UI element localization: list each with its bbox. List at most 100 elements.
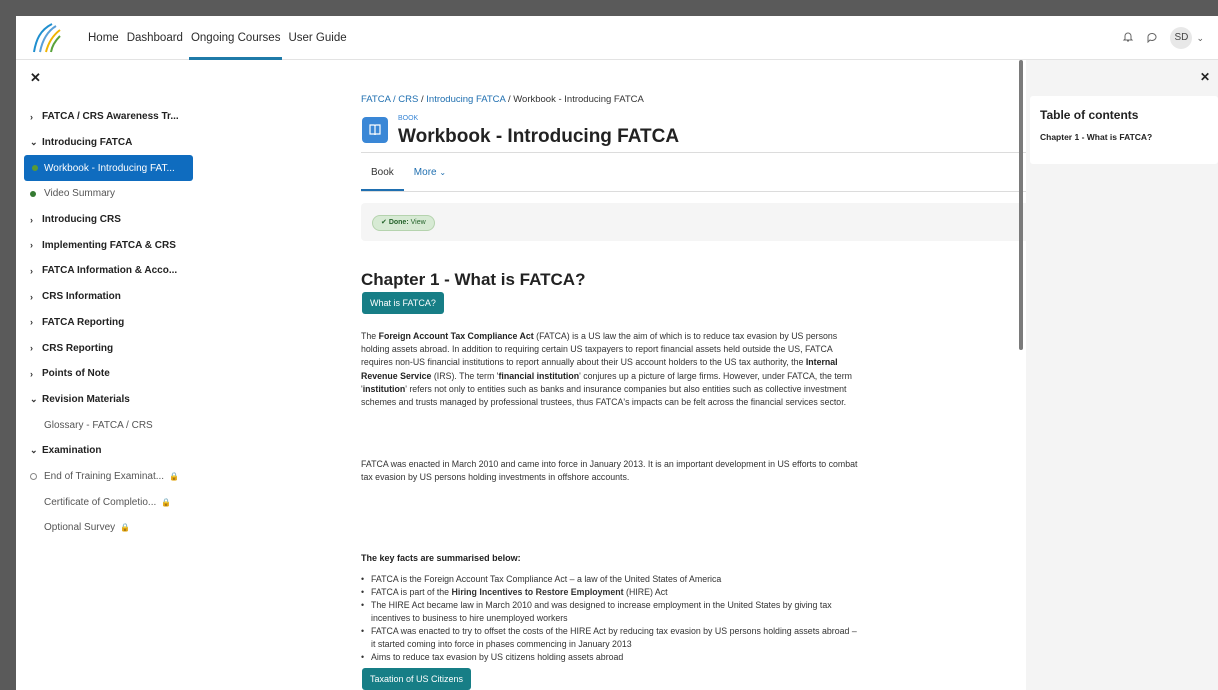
lock-icon: 🔒 <box>120 523 131 533</box>
tab-book[interactable]: Book <box>361 162 404 191</box>
bold-term: institution <box>362 383 406 394</box>
nav-ongoing-courses[interactable]: Ongoing Courses <box>187 16 285 60</box>
course-index-label: Introducing CRS <box>42 214 121 226</box>
course-index-item[interactable]: › CRS Information <box>24 284 193 310</box>
chevron-right-icon[interactable]: › <box>30 369 42 379</box>
bell-icon[interactable] <box>1122 31 1134 46</box>
course-index-item[interactable]: Optional Survey 🔒 <box>24 515 193 541</box>
key-facts-list: FATCA is the Foreign Account Tax Complia… <box>361 573 861 664</box>
course-index-item[interactable]: ⌄ Examination <box>24 438 193 464</box>
chevron-down-icon[interactable]: ⌄ <box>1196 33 1204 44</box>
chevron-right-icon[interactable]: › <box>30 343 42 353</box>
course-index-item[interactable]: › FATCA / CRS Awareness Tr... <box>24 104 193 130</box>
course-index-label: Revision Materials <box>42 393 130 405</box>
course-index-item[interactable]: › Points of Note <box>24 361 193 387</box>
list-item: FATCA is the Foreign Account Tax Complia… <box>361 573 861 586</box>
course-index-label: Certificate of Completio... <box>44 496 157 508</box>
completion-condition: View <box>410 219 426 226</box>
message-icon[interactable] <box>1146 31 1158 46</box>
chevron-down-icon[interactable]: ⌄ <box>30 394 42 405</box>
course-index-item[interactable]: ⌄ Revision Materials <box>24 387 193 413</box>
course-index-label: Introducing FATCA <box>42 137 133 149</box>
bold-term: financial institution <box>498 370 580 381</box>
course-index-label: Optional Survey <box>44 522 116 534</box>
taxation-us-citizens-button[interactable]: Taxation of US Citizens <box>362 668 472 690</box>
intro-paragraph: The Foreign Account Tax Compliance Act (… <box>361 330 861 409</box>
close-icon[interactable]: ✕ <box>30 70 41 86</box>
chevron-down-icon[interactable]: ⌄ <box>30 445 42 456</box>
course-index-item[interactable]: Video Summary <box>24 181 193 207</box>
chevron-down-icon: ⌄ <box>439 168 447 177</box>
completed-dot-icon <box>30 190 36 197</box>
check-icon: ✔ <box>381 219 387 226</box>
nav-user-guide[interactable]: User Guide <box>284 16 350 60</box>
bold-term: Foreign Account Tax Compliance Act <box>378 331 534 341</box>
divider <box>361 152 1033 153</box>
page-title: Workbook - Introducing FATCA <box>398 126 680 147</box>
course-index-label: Glossary - FATCA / CRS <box>44 419 153 431</box>
user-avatar[interactable]: SD <box>1170 27 1193 49</box>
breadcrumb-current: Workbook - Introducing FATCA <box>513 94 644 105</box>
course-index-item[interactable]: End of Training Examinat... 🔒 <box>24 464 193 490</box>
course-index-label: Implementing FATCA & CRS <box>42 239 176 251</box>
main-content: FATCA / CRS / Introducing FATCA / Workbo… <box>196 60 1033 690</box>
scrollbar[interactable] <box>1019 60 1023 350</box>
breadcrumb-course[interactable]: FATCA / CRS <box>361 94 418 105</box>
breadcrumb: FATCA / CRS / Introducing FATCA / Workbo… <box>361 94 644 105</box>
nav-dashboard[interactable]: Dashboard <box>123 16 187 60</box>
chevron-right-icon[interactable]: › <box>30 112 42 122</box>
book-icon <box>362 117 388 143</box>
toc-title: Table of contents <box>1040 108 1139 122</box>
lock-icon: 🔒 <box>169 471 180 481</box>
nav-home[interactable]: Home <box>84 16 123 60</box>
course-index-label: Points of Note <box>42 368 110 380</box>
site-logo[interactable] <box>30 22 62 54</box>
text: (IRS). The term ' <box>431 370 499 381</box>
toc-item[interactable]: Chapter 1 - What is FATCA? <box>1040 132 1152 142</box>
primary-navigation: Home Dashboard Ongoing Courses User Guid… <box>84 16 351 60</box>
breadcrumb-section[interactable]: Introducing FATCA <box>426 94 505 105</box>
course-index-item[interactable]: › Introducing CRS <box>24 207 193 233</box>
module-type-label: BOOK <box>398 115 419 122</box>
chevron-right-icon[interactable]: › <box>30 215 42 225</box>
chevron-right-icon[interactable]: › <box>30 317 42 327</box>
chevron-right-icon[interactable]: › <box>30 240 42 250</box>
top-navbar: Home Dashboard Ongoing Courses User Guid… <box>16 16 1218 60</box>
course-index-item[interactable]: ⌄ Introducing FATCA <box>24 130 193 156</box>
what-is-fatca-button[interactable]: What is FATCA? <box>362 292 444 314</box>
course-index-item[interactable]: › FATCA Information & Acco... <box>24 258 193 284</box>
divider <box>361 191 1033 192</box>
secondary-navigation: Book More ⌄ <box>361 162 456 191</box>
chapter-title: Chapter 1 - What is FATCA? <box>361 270 586 289</box>
tab-more-label: More <box>413 167 437 178</box>
course-index-item[interactable]: › FATCA Reporting <box>24 310 193 336</box>
browser-frame: Home Dashboard Ongoing Courses User Guid… <box>16 16 1218 690</box>
course-index-label: Examination <box>42 445 102 457</box>
course-index-label: Video Summary <box>44 188 115 200</box>
course-index-item[interactable]: › CRS Reporting <box>24 335 193 361</box>
course-index-label: FATCA Reporting <box>42 316 125 328</box>
text: ' refers not only to entities such as ba… <box>361 383 847 408</box>
list-item: FATCA is part of the Hiring Incentives t… <box>361 586 861 599</box>
chevron-right-icon[interactable]: › <box>30 292 42 302</box>
completion-dot-icon <box>32 165 38 172</box>
tab-more[interactable]: More ⌄ <box>404 162 456 191</box>
close-icon[interactable]: ✕ <box>1200 70 1210 84</box>
course-index-item[interactable]: › Implementing FATCA & CRS <box>24 232 193 258</box>
list-item: Aims to reduce tax evasion by US citizen… <box>361 651 861 664</box>
enactment-paragraph: FATCA was enacted in March 2010 and came… <box>361 459 858 483</box>
course-index-item[interactable]: Certificate of Completio... 🔒 <box>24 489 193 515</box>
course-index-label: End of Training Examinat... <box>44 470 165 482</box>
course-index-item[interactable]: Glossary - FATCA / CRS <box>24 412 193 438</box>
chevron-down-icon[interactable]: ⌄ <box>30 137 42 148</box>
completion-status: Done: <box>388 219 409 226</box>
course-index-item[interactable]: Workbook - Introducing FAT... <box>24 155 193 182</box>
chevron-right-icon[interactable]: › <box>30 266 42 276</box>
course-index-drawer: ✕ › FATCA / CRS Awareness Tr... ⌄ Introduci… <box>16 60 196 690</box>
course-index-label: Workbook - Introducing FAT... <box>44 162 175 174</box>
user-controls: SD ⌄ <box>1122 16 1204 60</box>
block-drawer: ✕ Table of contents Chapter 1 - What is … <box>1026 60 1218 690</box>
text: The <box>361 331 379 341</box>
list-item: FATCA was enacted to try to offset the c… <box>361 625 861 651</box>
lock-icon: 🔒 <box>161 497 172 507</box>
